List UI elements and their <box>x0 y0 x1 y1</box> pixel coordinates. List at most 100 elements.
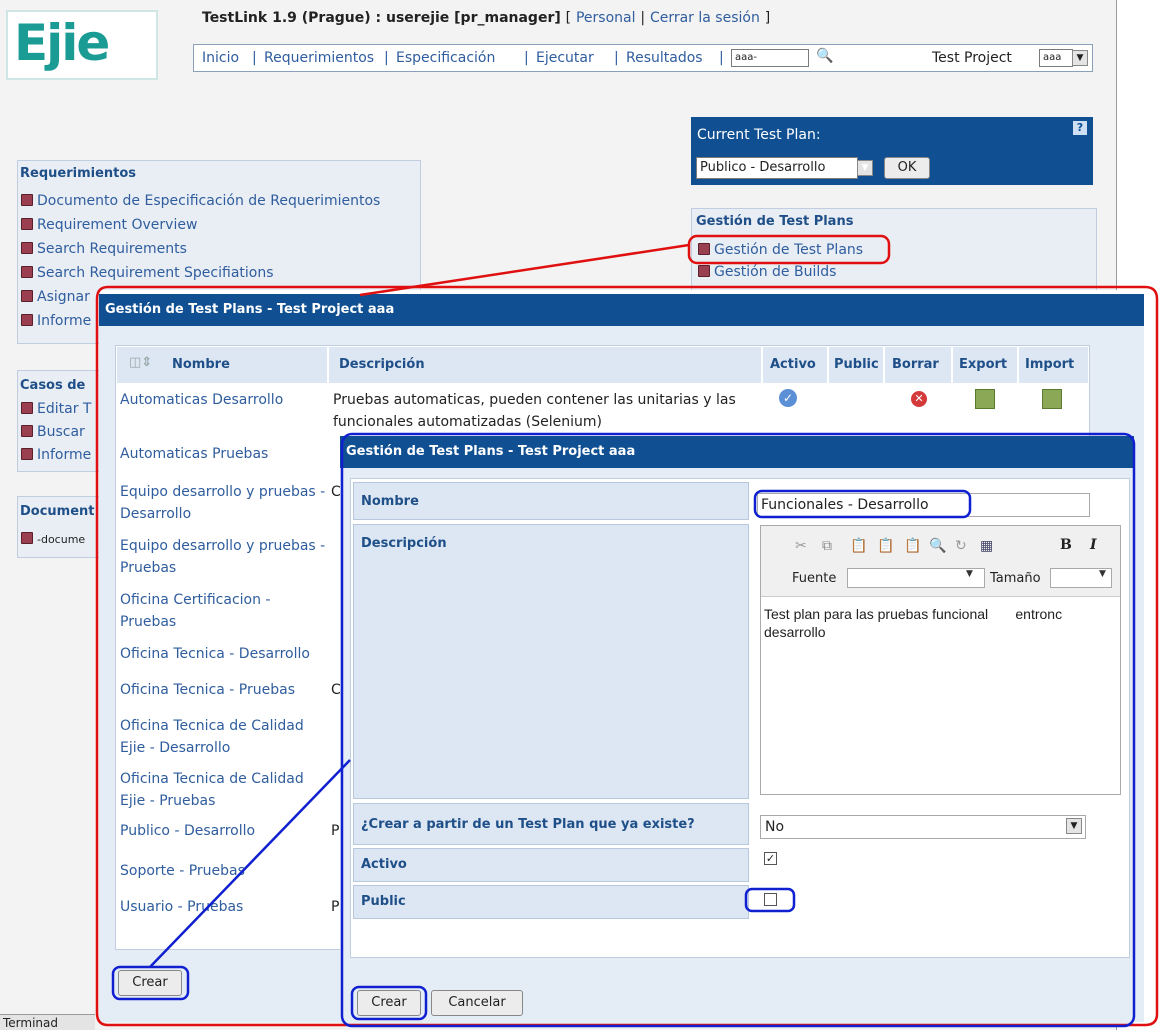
paste-word-icon[interactable]: 📋 <box>904 538 921 554</box>
menu-item-req-search[interactable]: Search Requirements <box>21 241 187 257</box>
form-cancel-button[interactable]: Cancelar <box>431 990 523 1016</box>
nombre-input[interactable]: Funcionales - Desarrollo <box>757 493 1090 517</box>
menu-item-req-overview[interactable]: Requirement Overview <box>21 217 197 233</box>
nav-resultados[interactable]: Resultados <box>626 50 703 66</box>
menu-item-req-assign[interactable]: Asignar <box>21 289 90 305</box>
menu-item-report-tc[interactable]: Informe <box>21 447 91 463</box>
test-project-label: Test Project <box>932 50 1012 66</box>
col-export: Export <box>953 347 1017 383</box>
menu-item-label: Buscar <box>37 424 85 440</box>
delete-icon[interactable]: ✕ <box>911 391 927 407</box>
plan-name-link[interactable]: Automaticas Pruebas <box>120 443 325 465</box>
plan-name-link[interactable]: Publico - Desarrollo <box>120 820 325 842</box>
current-test-plan-label: Current Test Plan: <box>697 127 821 143</box>
plan-name-link[interactable]: Equipo desarrollo y pruebas - Pruebas <box>120 535 330 579</box>
bold-icon[interactable]: B <box>1060 537 1072 553</box>
plan-name-link[interactable]: Equipo desarrollo y pruebas - Desarrollo <box>120 481 330 525</box>
plan-name-link[interactable]: Oficina Tecnica - Desarrollo <box>120 643 330 665</box>
menu-item-label: -docume <box>37 533 86 546</box>
logout-link[interactable]: Cerrar la sesión <box>650 10 760 26</box>
menu-item-gestion-test-plans[interactable]: Gestión de Test Plans <box>698 242 863 258</box>
search-icon[interactable]: 🔍 <box>816 48 833 64</box>
bullet-icon <box>21 242 33 254</box>
italic-icon[interactable]: I <box>1090 537 1097 553</box>
from-existing-select[interactable]: No <box>760 815 1086 839</box>
nav-sep: | <box>719 50 724 66</box>
search-input[interactable]: aaa- <box>731 49 809 67</box>
sort-icon[interactable]: ◫⇕ <box>129 355 152 370</box>
chevron-down-icon[interactable]: ▼ <box>1066 818 1082 834</box>
plan-name-link[interactable]: Usuario - Pruebas <box>120 896 325 918</box>
main-dialog-title: Gestión de Test Plans - Test Project aaa <box>99 294 1144 326</box>
app-title: TestLink 1.9 (Prague) : userejie [pr_man… <box>202 10 561 26</box>
nav-inicio[interactable]: Inicio <box>202 50 239 66</box>
copy-icon[interactable]: ⧉ <box>822 538 832 554</box>
font-label: Fuente <box>792 571 837 586</box>
nav-especificacion[interactable]: Especificación <box>396 50 495 66</box>
col-public: Public <box>829 347 883 383</box>
current-test-plan-panel: Current Test Plan: ? Publico - Desarroll… <box>691 117 1093 185</box>
menu-item-search-tc[interactable]: Buscar <box>21 424 85 440</box>
nombre-label: Nombre <box>361 494 419 509</box>
activo-label: Activo <box>361 857 407 872</box>
bracket-open: [ <box>565 10 572 26</box>
help-icon[interactable]: ? <box>1073 121 1087 135</box>
plan-name-link[interactable]: Oficina Tecnica de Calidad Ejie - Desarr… <box>120 715 330 759</box>
menu-item-req-report[interactable]: Informe <box>21 313 91 329</box>
editor-content[interactable]: Test plan para las pruebas funcional ent… <box>764 605 1118 645</box>
cut-icon[interactable]: ✂ <box>795 538 807 554</box>
plan-name-link[interactable]: Soporte - Pruebas <box>120 860 325 882</box>
menu-item-label: Search Requirements <box>37 241 187 257</box>
menu-item-edit-tc[interactable]: Editar T <box>21 401 91 417</box>
plan-name-link[interactable]: Oficina Tecnica - Pruebas <box>120 679 325 701</box>
bullet-icon <box>21 266 33 278</box>
menu-item-gestion-builds[interactable]: Gestión de Builds <box>698 264 836 280</box>
bullet-icon <box>21 448 33 460</box>
chevron-down-icon[interactable]: ▼ <box>1072 50 1088 66</box>
bullet-icon <box>698 243 710 255</box>
test-project-select[interactable]: aaa <box>1039 49 1073 67</box>
public-label-cell <box>353 885 749 919</box>
col-descripcion: Descripción <box>329 347 761 383</box>
menu-item-req-doc[interactable]: Documento de Especificación de Requerimi… <box>21 193 380 209</box>
public-checkbox[interactable] <box>764 893 777 906</box>
import-icon[interactable] <box>1042 389 1062 409</box>
descripcion-label: Descripción <box>361 536 447 551</box>
paste-text-icon[interactable]: 📋 <box>877 538 894 554</box>
plan-name-link[interactable]: Automaticas Desarrollo <box>120 389 325 411</box>
bullet-icon <box>21 194 33 206</box>
nav-ejecutar[interactable]: Ejecutar <box>536 50 594 66</box>
personal-link[interactable]: Personal <box>576 10 636 26</box>
find-icon[interactable]: 🔍 <box>929 538 946 554</box>
chevron-down-icon[interactable]: ▼ <box>1099 569 1106 579</box>
paste-icon[interactable]: 📋 <box>850 538 867 554</box>
create-button[interactable]: Crear <box>118 970 182 996</box>
public-label: Public <box>361 894 406 909</box>
activo-label-cell <box>353 848 749 882</box>
export-icon[interactable] <box>975 389 995 409</box>
menu-item-label: Gestión de Test Plans <box>714 242 864 258</box>
ok-button[interactable]: OK <box>884 157 930 179</box>
chevron-down-icon[interactable]: ▼ <box>966 569 973 579</box>
col-borrar: Borrar <box>885 347 951 383</box>
plan-name-link[interactable]: Oficina Certificacion - Pruebas <box>120 589 320 633</box>
replace-icon[interactable]: ↻ <box>955 538 967 554</box>
status-bar: Terminad <box>0 1014 95 1030</box>
menu-item-label: Gestión de Builds <box>714 264 837 280</box>
col-nombre[interactable]: ◫⇕ Nombre <box>117 347 327 383</box>
font-select[interactable] <box>847 568 985 588</box>
current-test-plan-select[interactable]: Publico - Desarrollo <box>696 157 858 179</box>
plan-description: Pruebas automaticas, pueden contener las… <box>333 392 736 430</box>
menu-item-label: Requirement Overview <box>37 217 198 233</box>
nav-requerimientos[interactable]: Requerimientos <box>264 50 374 66</box>
plan-name-link[interactable]: Oficina Tecnica de Calidad Ejie - Prueba… <box>120 768 330 812</box>
bullet-icon <box>21 290 33 302</box>
menu-item-doc[interactable]: -docume <box>21 532 85 546</box>
requirements-menu-title: Requerimientos <box>20 166 137 181</box>
menu-item-req-spec-search[interactable]: Search Requirement Specifiations <box>21 265 274 281</box>
select-all-icon[interactable]: ▦ <box>980 538 993 554</box>
activo-checkbox[interactable]: ✓ <box>764 852 777 865</box>
form-create-button[interactable]: Crear <box>357 990 421 1016</box>
col-import: Import <box>1019 347 1088 383</box>
chevron-down-icon[interactable]: ▼ <box>857 160 873 176</box>
